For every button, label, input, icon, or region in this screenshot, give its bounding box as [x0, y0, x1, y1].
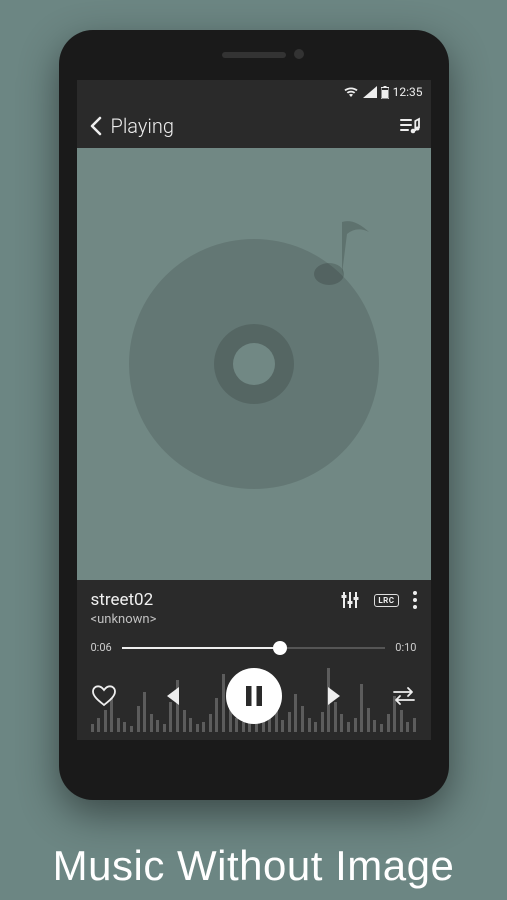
phone-frame: 12:35 Playing	[59, 30, 449, 800]
controls-panel: street02 <unknown> LRC	[77, 580, 431, 740]
phone-camera	[294, 49, 304, 59]
music-note-icon	[309, 208, 381, 290]
page-title: Playing	[111, 114, 175, 138]
repeat-button[interactable]	[391, 685, 417, 707]
app-header: Playing	[77, 104, 431, 148]
seek-bar[interactable]	[122, 647, 386, 649]
track-actions: LRC	[340, 590, 416, 610]
next-button[interactable]	[324, 685, 348, 707]
wifi-icon	[343, 86, 359, 98]
status-time: 12:35	[393, 85, 423, 99]
track-artist: <unknown>	[91, 612, 341, 627]
progress-fill	[122, 647, 280, 649]
playlist-icon[interactable]	[399, 116, 421, 136]
caption: Music Without Image	[0, 842, 507, 890]
status-bar: 12:35	[77, 80, 431, 104]
equalizer-icon[interactable]	[340, 590, 360, 610]
track-info: street02 <unknown>	[91, 590, 341, 627]
favorite-button[interactable]	[91, 684, 117, 708]
lyrics-button[interactable]: LRC	[374, 594, 398, 607]
track-title: street02	[91, 590, 341, 610]
elapsed-time: 0:06	[91, 641, 112, 654]
album-art-area	[77, 148, 431, 580]
previous-button[interactable]	[159, 685, 183, 707]
more-icon[interactable]	[413, 591, 417, 609]
back-icon[interactable]	[87, 115, 105, 137]
screen: 12:35 Playing	[77, 80, 431, 740]
progress-row: 0:06 0:10	[91, 641, 417, 654]
battery-icon	[381, 86, 389, 99]
track-row: street02 <unknown> LRC	[91, 590, 417, 627]
seek-knob[interactable]	[273, 641, 287, 655]
transport-controls	[91, 668, 417, 724]
phone-speaker	[222, 52, 286, 58]
pause-button[interactable]	[226, 668, 282, 724]
total-time: 0:10	[395, 641, 416, 654]
signal-icon	[363, 86, 377, 98]
